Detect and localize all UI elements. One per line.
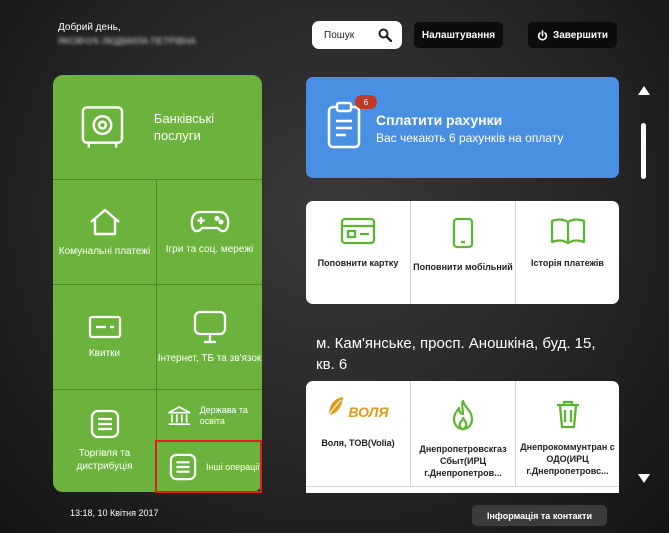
pay-bills-subtitle: Вас чекають 6 рахунків на оплату — [376, 131, 564, 145]
provider-label: Воля, ТОВ(Volia) — [321, 438, 395, 448]
pay-bills-title: Сплатити рахунки — [376, 112, 503, 128]
provider-label: Днепрокоммунтран с ОДО(ИРЦ г.Днепропетро… — [520, 442, 615, 476]
tile-government-education[interactable]: Держава та освіта — [157, 390, 262, 441]
house-icon — [89, 208, 120, 235]
government-building-icon — [168, 405, 191, 425]
search-button[interactable]: Пошук — [312, 21, 402, 49]
info-contacts-button[interactable]: Інформація та контакти — [472, 505, 607, 526]
tile-games-social[interactable]: Ігри та соц. мережі — [157, 180, 262, 284]
tile-label: Квитки — [88, 347, 121, 359]
tile-label: Банківські послуги — [153, 111, 215, 143]
next-row-edge — [306, 486, 619, 493]
search-label: Пошук — [324, 29, 355, 41]
ticket-icon — [88, 315, 121, 338]
trash-icon — [556, 400, 579, 429]
monitor-icon — [193, 310, 226, 343]
user-name: ЯКОВЧУК ЛЮДМИЛА ПЕТРІВНА — [58, 36, 196, 46]
provider-gas[interactable]: Днепропетровскгаз Сбыт(ИРЦ г.Днепропетро… — [411, 381, 515, 493]
tile-internet-tv[interactable]: Інтернет, ТБ та зв'язок — [157, 285, 262, 389]
address-text: м. Кам'янське, просп. Аношкіна, буд. 15,… — [316, 335, 596, 373]
tile-tickets[interactable]: Квитки — [53, 285, 156, 389]
tile-label: Інтернет, ТБ та зв'язок — [157, 352, 262, 364]
pay-bills-card[interactable]: 6 Сплатити рахунки Вас чекають 6 рахункі… — [306, 77, 619, 178]
search-icon — [378, 28, 392, 42]
volia-logo-text: ВОЛЯ — [348, 404, 389, 420]
datetime: 13:18, 10 Квітня 2017 — [70, 508, 159, 518]
top-up-mobile-button[interactable]: Поповнити мобільний — [411, 201, 515, 304]
providers-list: ВОЛЯ Воля, ТОВ(Volia) Днепропетровскгаз … — [306, 381, 619, 493]
power-icon — [537, 29, 548, 41]
tile-bank-services[interactable]: Банківські послуги — [53, 75, 262, 179]
greeting-text: Добрий день, — [58, 22, 121, 33]
volia-leaf-icon — [328, 397, 344, 416]
tile-label: Ігри та соц. мережі — [165, 243, 254, 255]
selection-highlight — [155, 440, 262, 493]
list-icon — [90, 409, 119, 439]
card-icon — [340, 217, 376, 245]
tile-label: Торгівля та дистрибуція — [76, 448, 133, 472]
tile-communal-payments[interactable]: Комунальні платежі — [53, 180, 156, 284]
tile-label: Держава та освіта — [199, 404, 248, 426]
mobile-icon — [452, 217, 474, 249]
tile-label: Комунальні платежі — [58, 245, 151, 257]
settings-button[interactable]: Налаштування — [414, 22, 503, 48]
top-up-card-button[interactable]: Поповнити картку — [306, 201, 410, 304]
volia-logo: ВОЛЯ — [327, 397, 389, 425]
tile-trade-distribution[interactable]: Торгівля та дистрибуція — [53, 390, 156, 492]
flame-icon — [452, 399, 474, 431]
provider-volia[interactable]: ВОЛЯ Воля, ТОВ(Volia) — [306, 381, 410, 493]
action-label: Історія платежів — [531, 258, 604, 268]
exit-label: Завершити — [552, 29, 609, 41]
gamepad-icon — [190, 210, 229, 232]
clipboard-icon — [327, 101, 361, 149]
action-label: Поповнити мобільний — [413, 262, 513, 272]
bill-count-badge: 6 — [355, 95, 377, 109]
payment-history-button[interactable]: Історія платежів — [516, 201, 619, 304]
quick-actions: Поповнити картку Поповнити мобільний Іст… — [306, 201, 619, 304]
scroll-down-arrow-icon[interactable] — [638, 474, 650, 483]
provider-label: Днепропетровскгаз Сбыт(ИРЦ г.Днепропетро… — [419, 444, 507, 478]
scroll-up-arrow-icon[interactable] — [638, 86, 650, 95]
book-icon — [550, 218, 585, 245]
exit-button[interactable]: Завершити — [528, 22, 617, 48]
safe-icon — [81, 106, 124, 148]
action-label: Поповнити картку — [317, 258, 399, 268]
provider-waste[interactable]: Днепрокоммунтран с ОДО(ИРЦ г.Днепропетро… — [516, 381, 619, 493]
scrollbar-thumb[interactable] — [641, 123, 646, 179]
category-panel: Банківські послуги Комунальні платежі Іг… — [53, 75, 262, 492]
